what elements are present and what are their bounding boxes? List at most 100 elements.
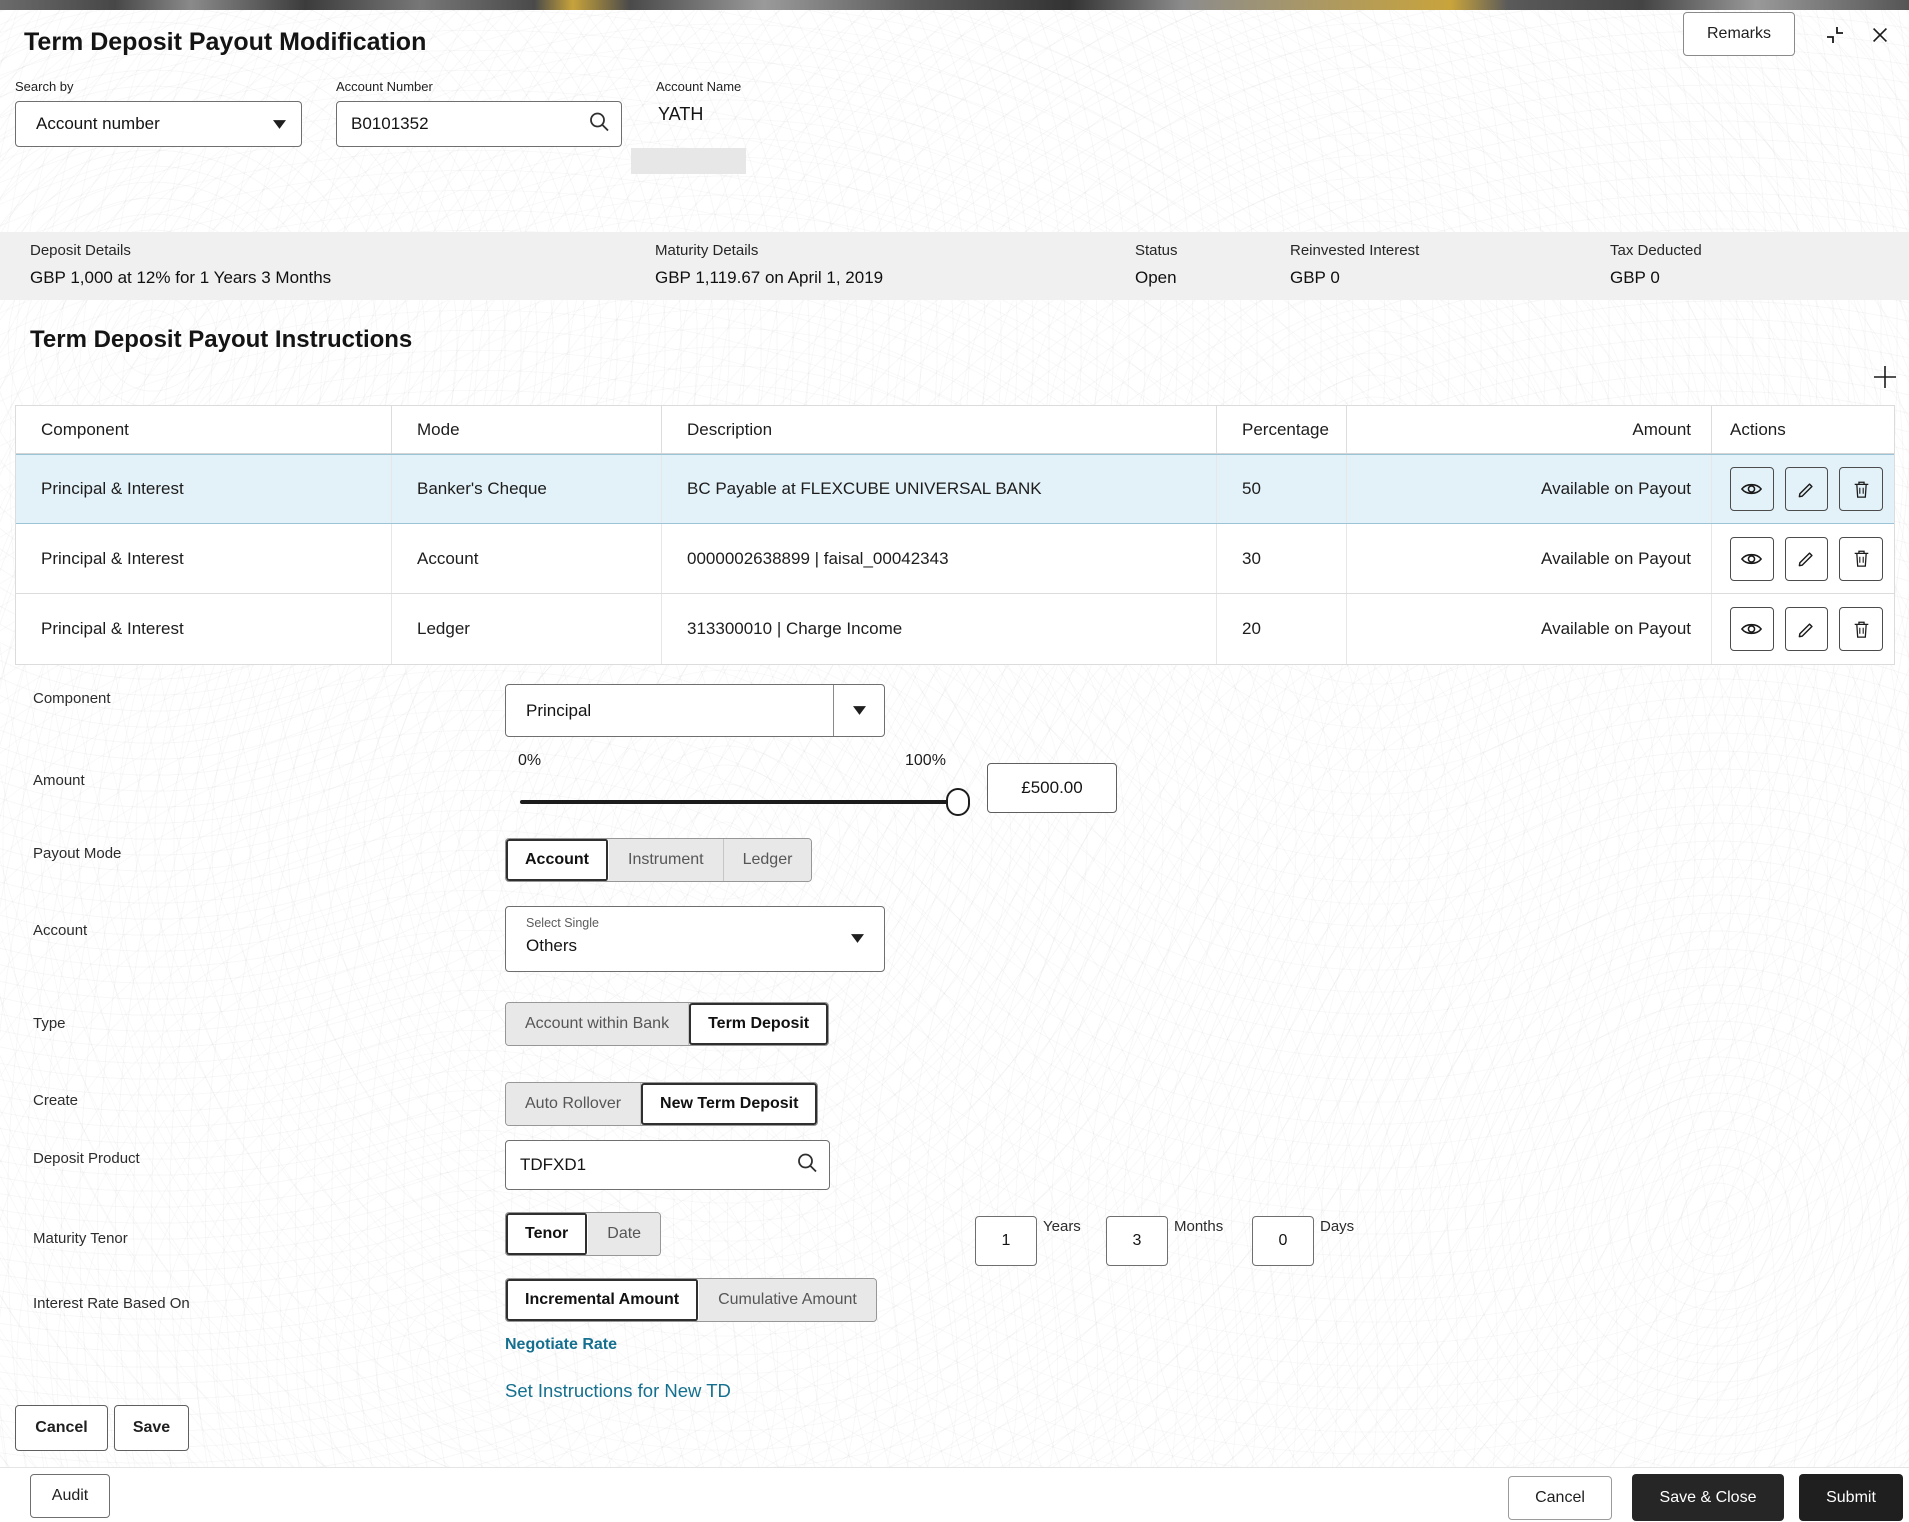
edit-button[interactable]	[1785, 537, 1829, 581]
footer-cancel-button[interactable]: Cancel	[1508, 1476, 1612, 1520]
section-title: Term Deposit Payout Instructions	[30, 326, 412, 354]
cell-actions	[1711, 524, 1894, 593]
summary-value: GBP 1,119.67 on April 1, 2019	[655, 268, 883, 288]
close-x-icon	[1869, 24, 1891, 46]
payout-mode-option-instrument[interactable]: Instrument	[609, 839, 724, 881]
cell-mode: Ledger	[391, 594, 661, 664]
create-toggle: Auto Rollover New Term Deposit	[505, 1082, 818, 1126]
cell-mode: Account	[391, 524, 661, 593]
view-button[interactable]	[1730, 607, 1774, 651]
search-icon[interactable]	[588, 111, 610, 138]
page-title: Term Deposit Payout Modification	[24, 28, 426, 57]
table-row[interactable]: Principal & Interest Ledger 313300010 | …	[16, 594, 1894, 664]
tenor-years-label: Years	[1043, 1218, 1081, 1235]
delete-button[interactable]	[1839, 467, 1883, 511]
header-mode: Mode	[391, 406, 661, 453]
account-number-input[interactable]	[336, 101, 622, 147]
plus-icon	[1870, 362, 1900, 392]
close-icon[interactable]	[1862, 18, 1898, 52]
chevron-down-icon	[851, 930, 864, 948]
create-option-new-term-deposit[interactable]: New Term Deposit	[641, 1083, 817, 1125]
account-combo[interactable]: Select Single Others	[505, 906, 885, 972]
deposit-product-label: Deposit Product	[33, 1150, 140, 1167]
cell-percentage: 50	[1216, 455, 1346, 523]
interest-rate-toggle: Incremental Amount Cumulative Amount	[505, 1278, 877, 1322]
cell-amount: Available on Payout	[1346, 594, 1711, 664]
summary-value: GBP 0	[1290, 268, 1340, 288]
table-row[interactable]: Principal & Interest Account 00000026388…	[16, 524, 1894, 594]
payout-instructions-table: Component Mode Description Percentage Am…	[15, 405, 1895, 665]
trash-icon	[1853, 480, 1870, 499]
interest-rate-option-incremental[interactable]: Incremental Amount	[506, 1279, 699, 1321]
eye-icon	[1740, 621, 1763, 637]
maturity-tenor-toggle: Tenor Date	[505, 1212, 661, 1256]
account-select-mode-label: Select Single	[526, 916, 599, 930]
save-and-close-button[interactable]: Save & Close	[1632, 1474, 1784, 1521]
amount-value-box[interactable]: £500.00	[987, 763, 1117, 813]
header-component: Component	[16, 406, 391, 453]
cell-mode: Banker's Cheque	[391, 455, 661, 523]
form-save-button[interactable]: Save	[114, 1405, 189, 1451]
summary-value: Open	[1135, 268, 1177, 288]
tenor-years-field-wrap	[975, 1216, 1037, 1266]
account-number-label: Account Number	[336, 79, 433, 94]
cell-component: Principal & Interest	[16, 455, 391, 523]
create-option-auto-rollover[interactable]: Auto Rollover	[506, 1083, 641, 1125]
chevron-down-icon	[834, 706, 884, 715]
cell-description: 313300010 | Charge Income	[661, 594, 1216, 664]
delete-button[interactable]	[1839, 537, 1883, 581]
tenor-days-input[interactable]	[1252, 1216, 1314, 1266]
header-actions: Actions	[1711, 406, 1894, 453]
summary-label: Deposit Details	[30, 242, 131, 259]
tenor-years-input[interactable]	[975, 1216, 1037, 1266]
deposit-summary-bar: Deposit Details GBP 1,000 at 12% for 1 Y…	[0, 232, 1909, 300]
cell-component: Principal & Interest	[16, 594, 391, 664]
form-cancel-button[interactable]: Cancel	[15, 1405, 108, 1451]
add-instruction-button[interactable]	[1866, 358, 1904, 396]
footer-bar	[0, 1468, 1909, 1522]
slider-max-label: 100%	[905, 752, 946, 770]
summary-label: Status	[1135, 242, 1178, 259]
search-by-dropdown[interactable]: Account number	[15, 101, 302, 147]
table-row[interactable]: Principal & Interest Banker's Cheque BC …	[16, 454, 1894, 524]
tenor-option-tenor[interactable]: Tenor	[506, 1213, 588, 1255]
cell-amount: Available on Payout	[1346, 455, 1711, 523]
edit-button[interactable]	[1785, 467, 1829, 511]
account-name-label: Account Name	[656, 79, 741, 94]
set-instructions-link[interactable]: Set Instructions for New TD	[505, 1380, 731, 1402]
type-option-account-within-bank[interactable]: Account within Bank	[506, 1003, 689, 1045]
tenor-option-date[interactable]: Date	[588, 1213, 660, 1255]
tenor-days-field-wrap	[1252, 1216, 1314, 1266]
amount-slider-handle[interactable]	[946, 788, 970, 816]
deposit-product-input[interactable]	[505, 1140, 830, 1190]
account-label: Account	[33, 922, 87, 939]
payout-mode-option-account[interactable]: Account	[506, 839, 609, 881]
amount-slider-track[interactable]	[520, 800, 968, 804]
remarks-button[interactable]: Remarks	[1683, 12, 1795, 56]
view-button[interactable]	[1730, 467, 1774, 511]
pencil-icon	[1797, 549, 1816, 568]
trash-icon	[1853, 549, 1870, 568]
maturity-tenor-label: Maturity Tenor	[33, 1230, 128, 1247]
tenor-months-input[interactable]	[1106, 1216, 1168, 1266]
negotiate-rate-link[interactable]: Negotiate Rate	[505, 1336, 617, 1354]
table-header-row: Component Mode Description Percentage Am…	[16, 406, 1894, 454]
payout-mode-option-ledger[interactable]: Ledger	[724, 839, 812, 881]
restore-window-icon[interactable]	[1818, 18, 1852, 52]
account-selected-value: Others	[526, 936, 577, 956]
edit-button[interactable]	[1785, 607, 1829, 651]
cell-amount: Available on Payout	[1346, 524, 1711, 593]
search-icon[interactable]	[796, 1152, 818, 1179]
cell-component: Principal & Interest	[16, 524, 391, 593]
summary-label: Reinvested Interest	[1290, 242, 1419, 259]
summary-label: Tax Deducted	[1610, 242, 1702, 259]
audit-button[interactable]: Audit	[30, 1474, 110, 1518]
delete-button[interactable]	[1839, 607, 1883, 651]
interest-rate-option-cumulative[interactable]: Cumulative Amount	[699, 1279, 876, 1321]
component-dropdown[interactable]: Principal	[505, 684, 885, 737]
submit-button[interactable]: Submit	[1799, 1474, 1903, 1521]
view-button[interactable]	[1730, 537, 1774, 581]
interest-rate-label: Interest Rate Based On	[33, 1295, 190, 1312]
cell-description: BC Payable at FLEXCUBE UNIVERSAL BANK	[661, 455, 1216, 523]
type-option-term-deposit[interactable]: Term Deposit	[689, 1003, 828, 1045]
